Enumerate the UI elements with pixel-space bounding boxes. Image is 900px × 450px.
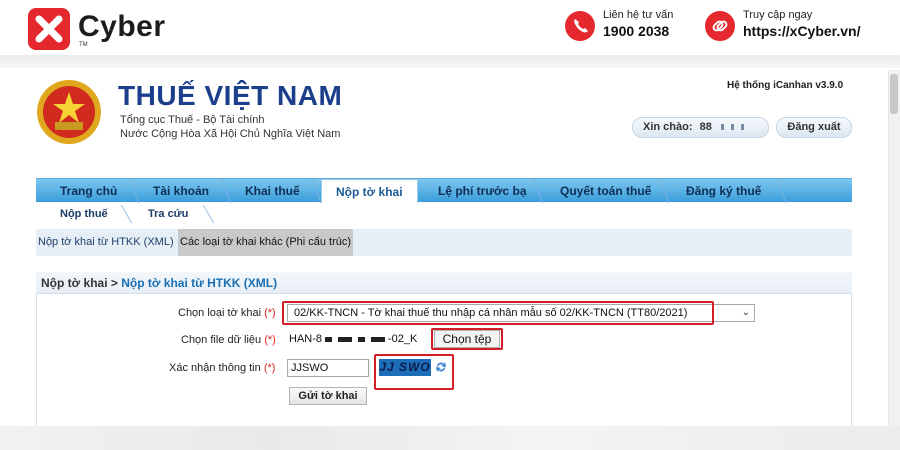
greeting-label: Xin chào: <box>643 121 693 133</box>
site-title: THUẾ VIỆT NAM <box>118 80 343 111</box>
hotline-contact[interactable]: Liên hệ tư vấn 1900 2038 <box>565 9 705 45</box>
chevron-down-icon: ⌄ <box>741 307 750 318</box>
site-subtitle-agency: Tổng cục Thuế - Bộ Tài chính <box>120 114 265 126</box>
breadcrumb-parent[interactable]: Nộp tờ khai <box>41 276 108 290</box>
nav-divider <box>776 179 787 203</box>
nav-submit-declaration[interactable]: Nộp tờ khai <box>321 179 418 203</box>
website-url[interactable]: https://xCyber.vn/ <box>743 23 860 39</box>
phone-icon <box>565 11 595 41</box>
nav-tax-finalization[interactable]: Quyết toán thuế <box>560 179 651 203</box>
website-contact[interactable]: Truy cập ngay https://xCyber.vn/ <box>705 9 875 45</box>
redaction-marks <box>720 124 751 131</box>
nav-divider <box>533 179 544 203</box>
redaction-mark <box>358 336 366 342</box>
data-file-label: Chọn file dữ liệu (*) <box>181 334 276 346</box>
user-greeting: Xin chào: 88 <box>632 117 769 138</box>
username-masked: 88 <box>699 121 712 133</box>
redaction-mark <box>371 336 386 342</box>
captcha-input[interactable]: JJSWO <box>287 359 369 377</box>
file-name-prefix: HAN-8 <box>289 333 323 345</box>
form-panel <box>36 272 852 432</box>
highlight-box <box>431 328 503 350</box>
tab-unstructured[interactable]: Các loại tờ khai khác (Phi cấu trúc) <box>178 229 354 256</box>
scrollbar-thumb[interactable] <box>890 74 898 114</box>
nav-home[interactable]: Trang chủ <box>60 179 117 203</box>
captcha-label: Xác nhận thông tin (*) <box>169 362 275 374</box>
subnav-pay-tax[interactable]: Nộp thuế <box>60 208 108 220</box>
nav-tax-declaration[interactable]: Khai thuế <box>245 179 300 203</box>
vertical-scrollbar[interactable] <box>888 70 900 426</box>
required-mark: (*) <box>263 362 276 374</box>
redaction-mark <box>338 336 353 342</box>
breadcrumb-separator: > <box>110 276 118 290</box>
nav-account[interactable]: Tài khoản <box>153 179 209 203</box>
cyber-logo-icon <box>28 8 70 50</box>
logout-button[interactable]: Đăng xuất <box>776 117 852 138</box>
file-name-suffix: -02_K <box>388 333 418 345</box>
nav-divider <box>129 179 140 203</box>
highlight-box <box>374 354 454 390</box>
breadcrumb: Nộp tờ khai > Nộp tờ khai từ HTKK (XML) <box>41 276 277 290</box>
nav-divider <box>221 179 232 203</box>
trademark: TM <box>79 42 88 48</box>
promo-banner: Cyber TM Liên hệ tư vấn 1900 2038 Truy c… <box>0 0 900 55</box>
nav-divider <box>659 179 670 203</box>
highlight-box <box>282 301 714 325</box>
breadcrumb-current: Nộp tờ khai từ HTKK (XML) <box>121 276 278 290</box>
national-emblem-icon <box>35 78 103 146</box>
tab-htkk-xml[interactable]: Nộp tờ khai từ HTKK (XML) <box>36 229 176 256</box>
selected-file-name: HAN-8 -02_K <box>289 333 417 345</box>
system-version: Hệ thống iCanhan v3.9.0 <box>727 80 844 91</box>
declaration-type-label: Chọn loại tờ khai (*) <box>178 307 276 319</box>
captcha-label-text: Xác nhận thông tin <box>169 362 261 374</box>
nav-registration-fee[interactable]: Lệ phí trước bạ <box>438 179 527 203</box>
page-footer-band <box>0 426 900 450</box>
required-mark: (*) <box>264 334 276 346</box>
divider <box>0 55 900 68</box>
declaration-type-text: Chọn loại tờ khai <box>178 307 262 319</box>
hotline-label: Liên hệ tư vấn <box>603 9 674 21</box>
data-file-text: Chọn file dữ liệu <box>181 334 262 346</box>
hotline-number[interactable]: 1900 2038 <box>603 23 669 39</box>
site-subtitle-country: Nước Cộng Hòa Xã Hội Chủ Nghĩa Việt Nam <box>120 128 341 140</box>
submit-declaration-button[interactable]: Gửi tờ khai <box>289 387 367 405</box>
main-navigation: Trang chủ Tài khoản Khai thuế Nộp tờ kha… <box>36 178 852 203</box>
link-icon <box>705 11 735 41</box>
nav-tax-registration[interactable]: Đăng ký thuế <box>686 179 761 203</box>
required-mark: (*) <box>264 307 276 319</box>
subnav-lookup[interactable]: Tra cứu <box>148 208 188 220</box>
redaction-mark <box>325 336 333 342</box>
nav-divider <box>311 179 322 203</box>
website-label: Truy cập ngay <box>743 9 813 21</box>
brand-name: Cyber <box>78 10 166 43</box>
